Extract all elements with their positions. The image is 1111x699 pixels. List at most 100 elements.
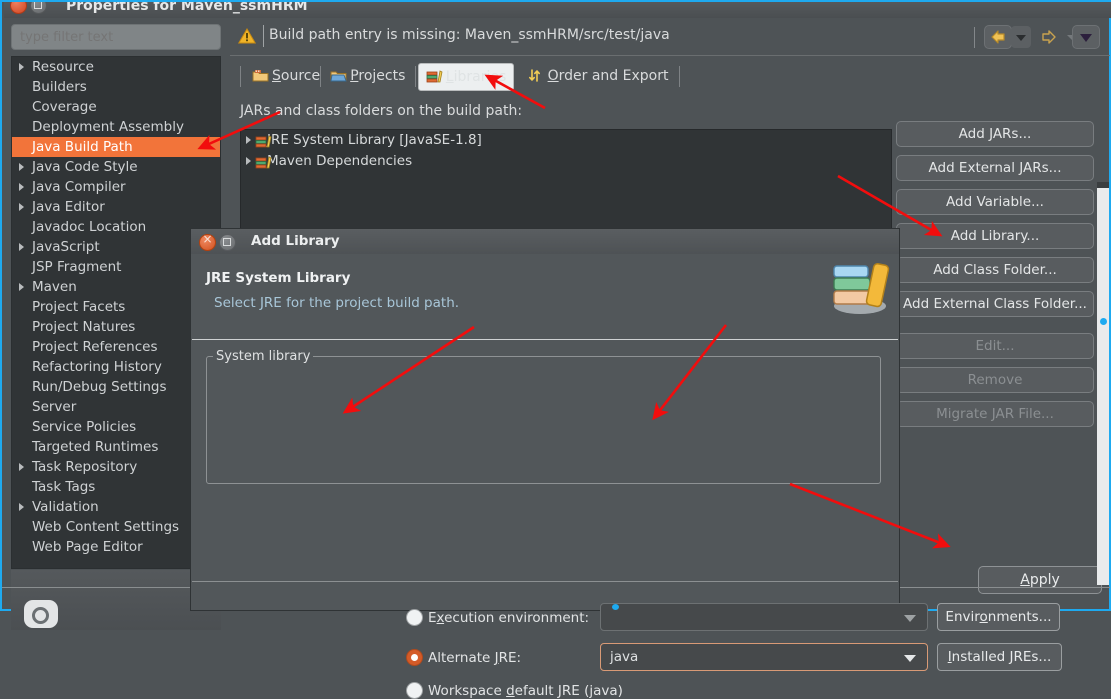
tab-separator xyxy=(678,66,680,87)
installed-jres-button[interactable]: Installed JREs... xyxy=(937,643,1062,671)
sidebar-item-project-references[interactable]: Project References xyxy=(12,337,220,357)
chevron-right-icon[interactable] xyxy=(246,151,254,172)
sidebar-item-label: Java Editor xyxy=(32,199,105,215)
sidebar-item-java-code-style[interactable]: Java Code Style xyxy=(12,157,220,177)
chevron-right-icon[interactable] xyxy=(19,237,29,257)
sidebar-item-refactoring-history[interactable]: Refactoring History xyxy=(12,357,220,377)
order-export-icon xyxy=(528,65,545,82)
chevron-right-icon[interactable] xyxy=(19,57,29,77)
lbl-post-1: RE: xyxy=(498,650,522,666)
library-icon xyxy=(255,155,272,169)
sidebar-item-java-editor[interactable]: Java Editor xyxy=(12,197,220,217)
scrollbar[interactable] xyxy=(1097,188,1109,585)
chevron-down-icon xyxy=(904,615,916,622)
sidebar-item-label: Maven xyxy=(32,279,77,295)
sidebar-item-web-content-settings[interactable]: Web Content Settings xyxy=(12,517,220,537)
add-class-folder-button[interactable]: Add Class Folder... xyxy=(896,257,1094,283)
sidebar-item-project-natures[interactable]: Project Natures xyxy=(12,317,220,337)
sidebar-item-web-page-editor[interactable]: Web Page Editor xyxy=(12,537,220,557)
dialog-maximize-icon[interactable] xyxy=(219,234,236,251)
tab-libraries-label: Libraries xyxy=(445,69,507,85)
sidebar-item-label: JavaScript xyxy=(32,239,100,255)
sidebar-item-label: JSP Fragment xyxy=(32,259,122,275)
libraries-button-column: Add JARs... Add External JARs... Add Varia… xyxy=(896,121,1102,435)
back-history-dropdown[interactable] xyxy=(1011,26,1031,48)
sidebar-item-label: Web Content Settings xyxy=(32,519,180,535)
tab-separator xyxy=(240,66,241,87)
dialog-close-icon[interactable] xyxy=(199,232,216,251)
tab-projects-label: Projects xyxy=(350,68,406,84)
environments-button[interactable]: Environments... xyxy=(937,603,1060,631)
apply-button[interactable]: Apply xyxy=(978,566,1102,594)
tab-projects[interactable]: Projects xyxy=(323,63,412,89)
sidebar-item-javadoc-location[interactable]: Javadoc Location xyxy=(12,217,220,237)
sidebar-item-jsp-fragment[interactable]: JSP Fragment xyxy=(12,257,220,277)
env-btn-pre: Envir xyxy=(945,609,980,625)
add-external-jars-button[interactable]: Add External JARs... xyxy=(896,155,1094,181)
projects-folder-icon xyxy=(330,65,347,82)
library-entry-label: JRE System Library [JavaSE-1.8] xyxy=(267,132,482,148)
app-icon xyxy=(24,600,58,628)
arrow-right-icon xyxy=(1042,30,1056,44)
sidebar-item-server[interactable]: Server xyxy=(12,397,220,417)
libraries-list[interactable]: JRE System Library [JavaSE-1.8] Maven Dep… xyxy=(240,129,892,234)
library-entry[interactable]: Maven Dependencies xyxy=(241,151,891,172)
filter-input[interactable] xyxy=(11,24,221,50)
sidebar-item-project-facets[interactable]: Project Facets xyxy=(12,297,220,317)
scrollbar-marker xyxy=(1100,318,1107,325)
sidebar-item-label: Task Tags xyxy=(32,479,96,495)
sidebar-item-task-tags[interactable]: Task Tags xyxy=(12,477,220,497)
sidebar-item-label: Run/Debug Settings xyxy=(32,379,167,395)
sidebar-item-run-debug-settings[interactable]: Run/Debug Settings xyxy=(12,377,220,397)
sidebar-item-label: Project References xyxy=(32,339,158,355)
build-path-tabs[interactable]: Source Projects Libraries Order and Export xyxy=(240,63,880,91)
sidebar-item-label: Java Code Style xyxy=(32,159,138,175)
sidebar-item-builders[interactable]: Builders xyxy=(12,77,220,97)
chevron-right-icon[interactable] xyxy=(19,177,29,197)
add-jars-button[interactable]: Add JARs... xyxy=(896,121,1094,147)
add-library-button[interactable]: Add Library... xyxy=(896,223,1094,249)
sidebar-item-javascript[interactable]: JavaScript xyxy=(12,237,220,257)
alternate-jre-combo[interactable]: java xyxy=(600,643,928,671)
button-label: Add External JARs... xyxy=(928,160,1062,176)
radio-workspace-default-jre[interactable] xyxy=(407,683,422,698)
lbl-pre-1: Alternate xyxy=(428,650,495,666)
radio-alternate-jre[interactable] xyxy=(407,650,422,665)
execution-environment-combo[interactable] xyxy=(600,603,928,631)
sidebar-item-service-policies[interactable]: Service Policies xyxy=(12,417,220,437)
chevron-right-icon[interactable] xyxy=(246,130,254,151)
chevron-right-icon[interactable] xyxy=(19,497,29,517)
chevron-right-icon[interactable] xyxy=(19,197,29,217)
label-execution-environment: Execution environment: xyxy=(428,610,589,626)
sidebar-item-task-repository[interactable]: Task Repository xyxy=(12,457,220,477)
sidebar-item-resource[interactable]: Resource xyxy=(12,57,220,77)
window-maximize-icon[interactable] xyxy=(30,2,47,14)
sidebar-item-label: Builders xyxy=(32,79,87,95)
button-label: Migrate JAR File... xyxy=(936,406,1054,422)
chevron-right-icon[interactable] xyxy=(19,457,29,477)
window-titlebar[interactable]: Properties for Maven_ssmHRM xyxy=(4,2,1111,18)
add-variable-button[interactable]: Add Variable... xyxy=(896,189,1094,215)
sidebar-item-coverage[interactable]: Coverage xyxy=(12,97,220,117)
tab-source[interactable]: Source xyxy=(245,63,327,89)
dialog-titlebar[interactable]: Add Library xyxy=(191,229,899,254)
tab-order-and-export[interactable]: Order and Export xyxy=(521,63,676,89)
sidebar-item-targeted-runtimes[interactable]: Targeted Runtimes xyxy=(12,437,220,457)
sidebar-item-java-build-path[interactable]: Java Build Path xyxy=(12,137,220,157)
radio-execution-environment[interactable] xyxy=(407,610,422,625)
sidebar-item-deployment-assembly[interactable]: Deployment Assembly xyxy=(12,117,220,137)
chevron-right-icon[interactable] xyxy=(19,277,29,297)
library-entry[interactable]: JRE System Library [JavaSE-1.8] xyxy=(241,130,891,151)
navigation-menu-button[interactable] xyxy=(1073,26,1099,48)
tab-separator xyxy=(414,66,416,87)
sidebar-item-validation[interactable]: Validation xyxy=(12,497,220,517)
tab-libraries[interactable]: Libraries xyxy=(417,63,515,91)
add-external-class-folder-button[interactable]: Add External Class Folder... xyxy=(896,291,1094,317)
sidebar-item-java-compiler[interactable]: Java Compiler xyxy=(12,177,220,197)
system-library-group-label: System library xyxy=(213,349,314,364)
sidebar-item-maven[interactable]: Maven xyxy=(12,277,220,297)
forward-button[interactable] xyxy=(1038,26,1062,48)
chevron-right-icon[interactable] xyxy=(19,157,29,177)
back-button[interactable] xyxy=(985,26,1011,48)
window-close-icon[interactable] xyxy=(10,2,27,14)
